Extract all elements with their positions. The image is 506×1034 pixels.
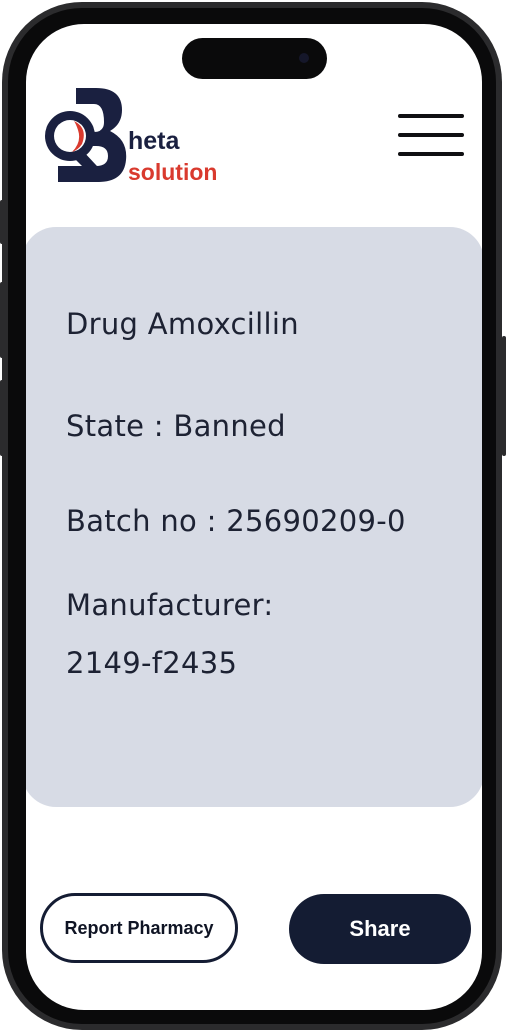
hamburger-menu-icon[interactable]	[396, 112, 466, 158]
menu-bar-top	[398, 114, 464, 118]
logo-magnifier-icon	[45, 88, 127, 182]
dynamic-island	[182, 38, 327, 79]
app-screen: heta solution Drug Amoxcillin State : Ba…	[26, 24, 482, 1010]
brand-logo: heta solution	[38, 86, 238, 186]
drug-state: State : Banned	[66, 409, 286, 443]
report-pharmacy-label: Report Pharmacy	[64, 917, 214, 938]
share-label: Share	[349, 916, 411, 941]
menu-bar-bottom	[398, 152, 464, 156]
share-button[interactable]: Share	[289, 894, 471, 964]
power-button	[502, 336, 506, 456]
drug-name: Drug Amoxcillin	[66, 307, 299, 341]
phone-mockup: heta solution Drug Amoxcillin State : Ba…	[0, 0, 506, 1034]
brand-name-line2: solution	[128, 159, 218, 185]
batch-number: Batch no : 25690209-0	[66, 504, 406, 538]
manufacturer-value: 2149-f2435	[66, 646, 238, 680]
manufacturer-label: Manufacturer:	[66, 588, 274, 622]
camera-icon	[299, 53, 309, 63]
drug-info-card: Drug Amoxcillin State : Banned Batch no …	[26, 227, 482, 807]
report-pharmacy-button[interactable]: Report Pharmacy	[40, 893, 238, 963]
menu-bar-middle	[398, 133, 464, 137]
brand-name-line1: heta	[128, 127, 180, 155]
